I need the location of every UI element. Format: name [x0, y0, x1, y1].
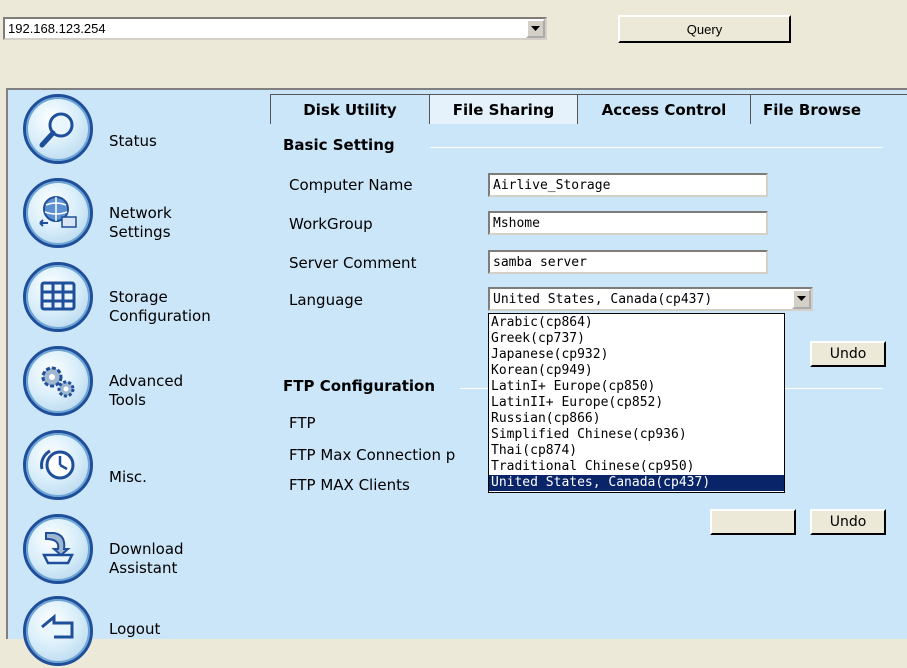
sidebar-item-network-settings[interactable]: Network Settings [23, 178, 263, 250]
language-option[interactable]: Russian(cp866) [489, 411, 784, 427]
server-comment-field[interactable]: samba server [488, 250, 768, 274]
language-option[interactable]: LatinII+ Europe(cp852) [489, 395, 784, 411]
sidebar-item-label: Network [109, 204, 172, 222]
clock-icon [23, 430, 93, 500]
server-comment-label: Server Comment [289, 254, 417, 272]
sidebar-item-status[interactable]: Status [23, 94, 263, 166]
ftp-label: FTP [289, 414, 316, 432]
ftp-max-clients-label: FTP MAX Clients [289, 476, 410, 494]
main-panel: Status Network Settings Storage Configur… [6, 88, 907, 666]
chevron-down-icon[interactable] [526, 19, 545, 38]
tab-file-sharing[interactable]: File Sharing [429, 94, 578, 124]
tab-access-control[interactable]: Access Control [577, 94, 751, 124]
sidebar-item-advanced-tools[interactable]: Advanced Tools [23, 346, 263, 418]
section-divider [430, 147, 883, 148]
network-icon [23, 178, 93, 248]
sidebar-item-label: Advanced [109, 372, 184, 390]
magnifier-icon [23, 94, 93, 164]
workgroup-field[interactable]: Mshome [488, 211, 768, 235]
sidebar-item-logout[interactable]: Logout [23, 596, 263, 668]
sidebar-item-label: Misc. [109, 468, 147, 486]
language-dropdown-list[interactable]: Arabic(cp864) Greek(cp737) Japanese(cp93… [488, 313, 785, 493]
address-toolbar: 192.168.123.254 Query [0, 0, 907, 88]
back-arrow-icon [23, 596, 93, 666]
computer-name-label: Computer Name [289, 176, 413, 194]
chevron-down-icon[interactable] [792, 289, 811, 309]
sidebar-item-misc[interactable]: Misc. [23, 430, 263, 502]
content-area: Disk Utility File Sharing Access Control… [270, 90, 907, 641]
gears-icon [23, 346, 93, 416]
ftp-configuration-title: FTP Configuration [283, 377, 436, 395]
sidebar-item-label-2: Assistant [109, 559, 178, 577]
computer-name-field[interactable]: Airlive_Storage [488, 173, 768, 197]
tab-file-browse[interactable]: File Browse [750, 94, 907, 124]
sidebar: Status Network Settings Storage Configur… [8, 90, 266, 666]
language-option[interactable]: Arabic(cp864) [489, 315, 784, 331]
language-select[interactable]: United States, Canada(cp437) [488, 287, 813, 311]
sidebar-item-label-2: Settings [109, 223, 171, 241]
sidebar-item-label: Status [109, 132, 157, 150]
address-combobox[interactable]: 192.168.123.254 [3, 17, 547, 40]
language-label: Language [289, 291, 364, 309]
tab-disk-utility[interactable]: Disk Utility [270, 94, 430, 124]
storage-grid-icon [23, 262, 93, 332]
query-button[interactable]: Query [618, 15, 791, 43]
ftp-apply-button[interactable] [710, 509, 796, 535]
tab-bar: Disk Utility File Sharing Access Control… [270, 94, 907, 124]
ftp-undo-button[interactable]: Undo [810, 509, 886, 535]
language-option-selected[interactable]: United States, Canada(cp437) [489, 475, 784, 491]
sidebar-item-label: Storage [109, 288, 168, 306]
language-option[interactable]: Simplified Chinese(cp936) [489, 427, 784, 443]
sidebar-item-label-2: Configuration [109, 307, 211, 325]
basic-setting-title: Basic Setting [283, 136, 395, 154]
language-option[interactable]: Greek(cp737) [489, 331, 784, 347]
download-tray-icon [23, 514, 93, 584]
ftp-max-connection-label: FTP Max Connection p [289, 446, 456, 464]
language-option[interactable]: Japanese(cp932) [489, 347, 784, 363]
sidebar-item-label: Download [109, 540, 184, 558]
sidebar-item-storage-configuration[interactable]: Storage Configuration [23, 262, 263, 334]
sidebar-item-label: Logout [109, 620, 161, 638]
sidebar-item-download-assistant[interactable]: Download Assistant [23, 514, 263, 586]
language-option[interactable]: Thai(cp874) [489, 443, 784, 459]
language-option[interactable]: Korean(cp949) [489, 363, 784, 379]
address-value: 192.168.123.254 [8, 21, 106, 36]
language-option[interactable]: LatinI+ Europe(cp850) [489, 379, 784, 395]
workgroup-label: WorkGroup [289, 215, 373, 233]
basic-undo-button[interactable]: Undo [810, 341, 886, 367]
sidebar-item-label-2: Tools [109, 391, 146, 409]
language-selected-value: United States, Canada(cp437) [493, 292, 713, 307]
language-option[interactable]: Traditional Chinese(cp950) [489, 459, 784, 475]
